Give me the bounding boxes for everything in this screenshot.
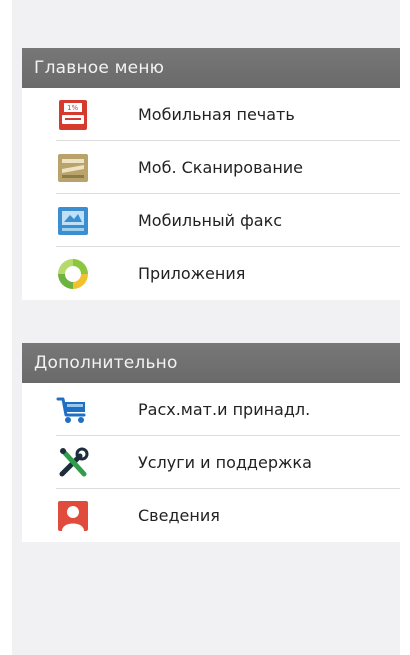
menu-item-mobile-print[interactable]: 1% Мобильная печать	[22, 88, 400, 141]
app-screen: Главное меню 1% Мобильная печать Моб. Ск…	[12, 0, 400, 655]
additional-list: Расх.мат.и принадл. Услуги и поддержка С…	[22, 383, 400, 542]
menu-item-label: Моб. Сканирование	[138, 158, 304, 177]
mobile-print-icon: 1%	[56, 98, 90, 132]
menu-item-label: Мобильный факс	[138, 211, 283, 230]
menu-item-supplies[interactable]: Расх.мат.и принадл.	[22, 383, 400, 436]
menu-item-label: Приложения	[138, 264, 246, 283]
apps-icon	[56, 257, 90, 291]
main-menu-list: 1% Мобильная печать Моб. Сканирование Мо…	[22, 88, 400, 300]
cart-icon	[56, 393, 90, 427]
svg-text:1%: 1%	[67, 104, 78, 112]
menu-item-apps[interactable]: Приложения	[22, 247, 400, 300]
tools-icon	[56, 446, 90, 480]
menu-item-label: Сведения	[138, 506, 220, 525]
additional-header: Дополнительно	[22, 343, 400, 383]
mobile-scan-icon	[56, 151, 90, 185]
menu-item-mobile-fax[interactable]: Мобильный факс	[22, 194, 400, 247]
info-person-icon	[56, 499, 90, 533]
menu-item-mobile-scan[interactable]: Моб. Сканирование	[22, 141, 400, 194]
menu-item-support[interactable]: Услуги и поддержка	[22, 436, 400, 489]
main-menu-section: Главное меню 1% Мобильная печать Моб. Ск…	[22, 48, 400, 300]
main-menu-header: Главное меню	[22, 48, 400, 88]
additional-section: Дополнительно Расх.мат.и принадл. Услуги…	[22, 343, 400, 542]
menu-item-label: Мобильная печать	[138, 105, 295, 124]
mobile-fax-icon	[56, 204, 90, 238]
menu-item-label: Расх.мат.и принадл.	[138, 400, 311, 419]
menu-item-label: Услуги и поддержка	[138, 453, 312, 472]
menu-item-info[interactable]: Сведения	[22, 489, 400, 542]
